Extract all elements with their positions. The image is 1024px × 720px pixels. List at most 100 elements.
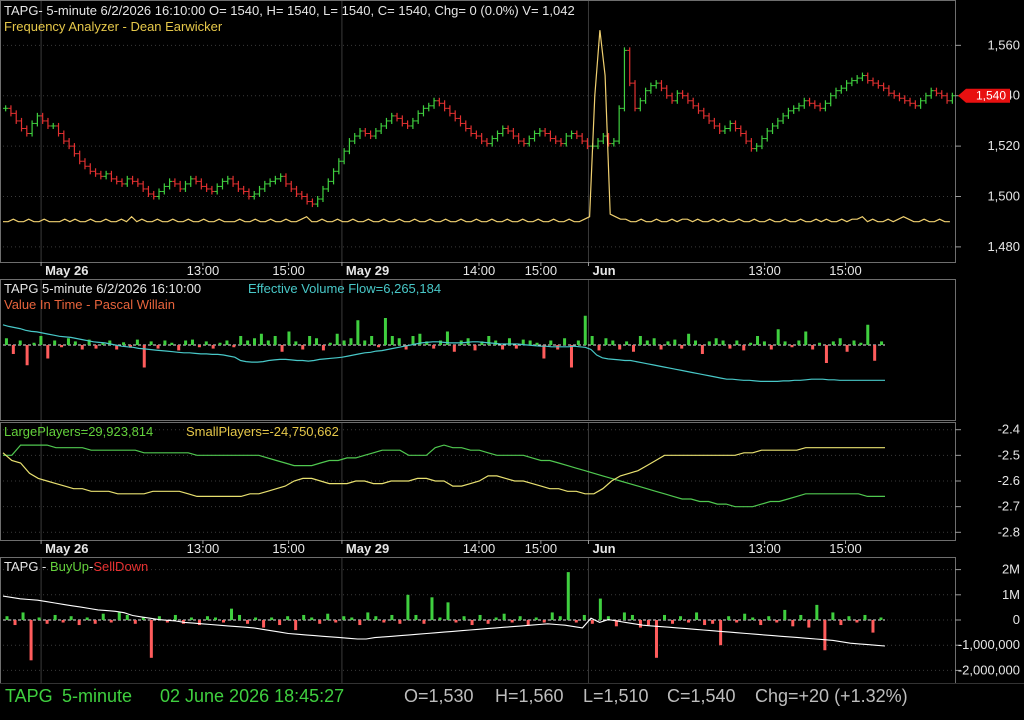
volume-bar-124 [859,342,863,345]
buysell-bar-48 [390,614,394,620]
volume-bar-68 [473,345,477,351]
buysell-bar-79 [638,620,642,628]
buysell-bar-60 [486,620,490,624]
buysell-bar-38 [310,617,314,620]
volume-bar-27 [190,339,194,345]
volume-bar-81 [563,338,567,345]
buysell-bar-102 [823,620,827,651]
buysell-bar-57 [462,616,466,620]
volume-bar-26 [184,340,188,345]
volume-bar-55 [383,318,387,345]
volume-bar-112 [776,329,780,345]
buysell-bar-90 [727,616,731,620]
volume-bar-104 [721,340,725,345]
volume-bar-36 [253,338,257,345]
buysell-bar-107 [863,614,867,620]
buysell-bar-21 [173,614,177,620]
volume-bar-29 [204,341,208,345]
buysell-bar-83 [671,620,675,624]
buysell-bar-34 [278,620,282,626]
time-axis-bottom-tick-label-4: 14:00 [463,541,496,556]
players-ylabel-0: -2.4 [998,422,1020,437]
large-players-line [3,444,885,508]
buysell-bar-103 [831,612,835,620]
buysell-bar-55 [446,602,450,620]
buysell-bar-10 [85,617,89,620]
volume-bar-54 [377,345,381,348]
buysell-bar-0 [5,616,9,620]
buysell-bar-14 [117,612,121,620]
volume-bar-10 [73,341,77,345]
volume-bar-70 [487,336,491,345]
volume-bar-28 [197,345,201,348]
buysell-bar-94 [759,620,763,626]
status-change: Chg=+20 (+1.32%) [755,686,908,706]
volume-bar-40 [280,345,284,352]
buysell-bar-99 [799,614,803,620]
volume-bar-106 [735,340,739,345]
volume-bar-32 [225,340,229,345]
buysell-bar-27 [222,620,225,623]
buysell-bar-87 [703,620,707,626]
buysell-bar-65 [526,620,530,626]
buysell-bar-40 [326,613,330,620]
volume-bar-96 [666,341,670,345]
volume-bar-17 [122,342,126,345]
buysell-bar-13 [109,620,113,623]
volume-bar-34 [239,336,243,345]
volume-bar-4 [32,342,36,345]
buysell-bar-86 [695,612,699,620]
volume-bar-37 [259,333,263,345]
volume-bar-122 [845,345,849,352]
buysell-bar-45 [366,612,370,620]
frequency-analyzer-line [3,30,950,223]
volume-bar-8 [60,345,64,348]
volume-bar-91 [631,345,635,352]
time-axis-top-tick-label-1: 13:00 [187,263,220,278]
volume-bar-90 [625,341,629,345]
volume-bar-115 [797,340,801,345]
time-axis-top-tick-label-5: 15:00 [525,263,558,278]
volume-bar-31 [218,342,222,345]
buysell-bar-46 [374,616,378,620]
volume-bar-35 [246,340,250,345]
volume-bar-47 [328,342,332,345]
volume-bar-22 [156,345,160,349]
buysell-bar-12 [101,613,105,620]
buysell-bar-88 [711,620,715,624]
buysell-bar-69 [558,616,562,620]
volume-bar-109 [756,336,760,345]
price-ylabel-2: 1,520 [987,138,1020,153]
volume-bar-25 [177,345,181,351]
buysell-bar-53 [430,597,434,620]
volume-bar-102 [707,341,711,345]
buysell-bar-23 [189,617,193,620]
buysell-bar-71 [574,620,578,623]
buysell-header: TAPG - BuyUp-SellDown [4,559,148,574]
volume-bar-0 [4,338,8,345]
buysell-bar-106 [855,620,859,623]
volume-bar-43 [301,345,305,350]
volume-bar-59 [411,336,415,345]
buysell-bar-25 [205,616,209,620]
time-axis-bottom-tick-label-2: 15:00 [272,541,305,556]
volume-bar-2 [18,340,22,345]
buysell-bar-64 [518,616,522,620]
buysell-bar-33 [270,617,274,620]
buysell-bar-47 [382,620,386,623]
buysell-bar-59 [478,614,482,620]
price-ylabel-3: 1,500 [987,189,1020,204]
buysell-bar-3 [29,620,33,661]
buysell-bar-101 [815,604,819,620]
panel-border-0 [0,0,956,263]
large-players-label: LargePlayers=29,923,814 [4,424,154,439]
volume-bar-57 [397,338,401,345]
buysell-prefix: TAPG - [4,559,47,574]
volume-bar-86 [597,345,601,351]
status-bar: TAPG 5-minute 02 June 2026 18:45:27 O=1,… [0,684,1024,708]
volume-bar-113 [783,341,787,345]
buysell-bar-49 [398,620,402,624]
status-interval: 5-minute [62,686,133,706]
buysell-bar-77 [622,612,626,620]
volume-bar-65 [452,345,456,352]
